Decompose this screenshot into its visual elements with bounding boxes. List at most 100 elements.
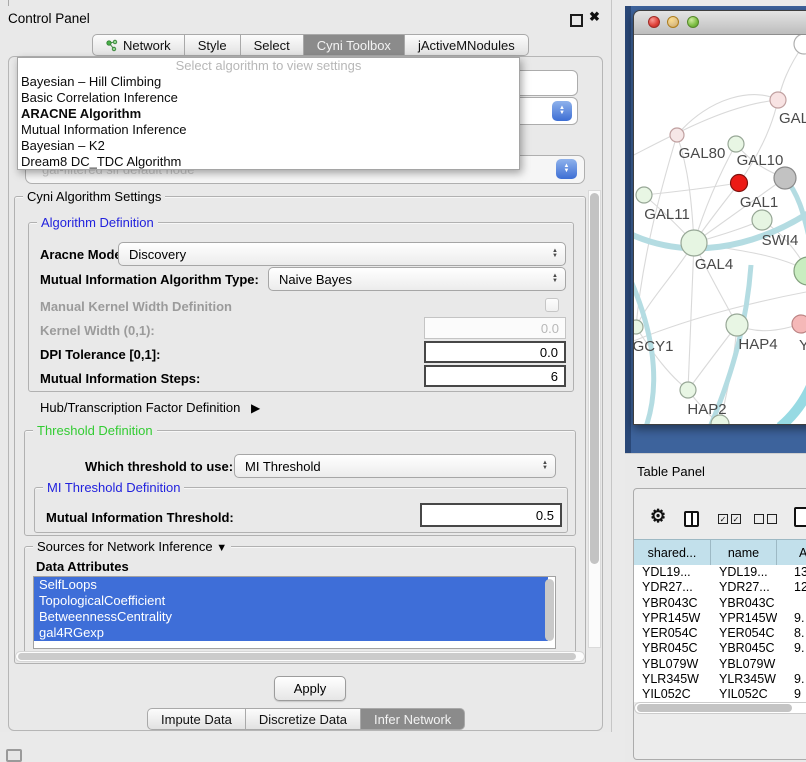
label-swi4: SWI4 bbox=[762, 232, 799, 249]
aracne-mode-label: Aracne Mode: bbox=[40, 247, 126, 262]
algorithm-option-bayesian-k2[interactable]: Bayesian – K2 bbox=[18, 138, 519, 154]
node-pink-right[interactable] bbox=[792, 315, 806, 333]
tab-select[interactable]: Select bbox=[241, 34, 304, 56]
node-pink-top[interactable] bbox=[770, 92, 786, 108]
mi-threshold-label: Mutual Information Threshold: bbox=[46, 510, 234, 525]
label-gal80: GAL80 bbox=[679, 145, 726, 162]
aracne-mode-combo[interactable]: Discovery ▲▼ bbox=[118, 242, 566, 266]
node-gray[interactable] bbox=[774, 167, 796, 189]
gear-icon[interactable]: ⚙ bbox=[650, 507, 666, 525]
node-gcy1[interactable] bbox=[634, 320, 643, 334]
combo-arrow-capsule[interactable]: ▲▼ bbox=[552, 101, 572, 121]
label-gcy1: GCY1 bbox=[634, 338, 673, 355]
hub-expander-label: Hub/Transcription Factor Definition bbox=[40, 400, 240, 415]
select-all-checks-icon[interactable]: ✓ ✓ bbox=[718, 514, 741, 524]
node-hap2[interactable] bbox=[680, 382, 696, 398]
label-gal10: GAL10 bbox=[737, 152, 784, 169]
deselect-all-checks-icon[interactable] bbox=[754, 514, 777, 524]
column-header-shared-name[interactable]: shared... bbox=[634, 540, 711, 565]
table-hscrollbar[interactable] bbox=[634, 702, 806, 714]
label-hap2: HAP2 bbox=[687, 401, 726, 418]
control-panel: Control Panel ✖ Network Style Select bbox=[0, 0, 612, 732]
network-window-titlebar[interactable] bbox=[634, 11, 806, 35]
columns-icon[interactable] bbox=[684, 511, 699, 527]
network-tab-icon bbox=[106, 39, 118, 52]
table-row[interactable]: YER054C YER054C 8. bbox=[634, 626, 806, 641]
list-item-topologicalcoefficient[interactable]: TopologicalCoefficient bbox=[34, 593, 548, 609]
dpi-tolerance-field[interactable]: 0.0 bbox=[424, 341, 566, 363]
table-panel-body: ⚙ ✓ ✓ shared... name A bbox=[633, 488, 806, 760]
screen: Control Panel ✖ Network Style Select bbox=[0, 0, 806, 762]
manual-kernel-checkbox[interactable] bbox=[545, 298, 559, 312]
table-row[interactable]: YBR043C YBR043C bbox=[634, 596, 806, 611]
dpi-tolerance-label: DPI Tolerance [0,1]: bbox=[40, 347, 160, 362]
node-gal11[interactable] bbox=[636, 187, 652, 203]
column-header-partial[interactable]: A bbox=[777, 540, 806, 565]
apply-button[interactable]: Apply bbox=[274, 676, 346, 701]
which-threshold-combo[interactable]: MI Threshold ▲▼ bbox=[234, 454, 556, 478]
close-traffic-light[interactable] bbox=[648, 16, 660, 28]
node-gal4[interactable] bbox=[681, 230, 707, 256]
node-big-green[interactable] bbox=[794, 257, 806, 285]
dock-panel-icon[interactable] bbox=[6, 749, 22, 762]
tab-discretize-data[interactable]: Discretize Data bbox=[246, 708, 361, 730]
settings-vscrollbar[interactable] bbox=[588, 190, 601, 648]
table-row[interactable]: YBR045C YBR045C 9. bbox=[634, 641, 806, 656]
table-hscrollbar-thumb[interactable] bbox=[637, 704, 792, 712]
mi-threshold-field[interactable]: 0.5 bbox=[420, 503, 562, 527]
desktop-edge-shadow bbox=[625, 6, 631, 453]
minimize-traffic-light[interactable] bbox=[667, 16, 679, 28]
label-hap4: HAP4 bbox=[738, 336, 777, 353]
hub-expander[interactable]: Hub/Transcription Factor Definition ▶ bbox=[40, 400, 260, 415]
list-item-selfloops[interactable]: SelfLoops bbox=[34, 577, 548, 593]
tab-jactivemnodules[interactable]: jActiveMNodules bbox=[405, 34, 529, 56]
mi-steps-field[interactable]: 6 bbox=[424, 365, 566, 387]
tab-impute-data[interactable]: Impute Data bbox=[147, 708, 246, 730]
node-gal80[interactable] bbox=[670, 128, 684, 142]
table-panel-region: Table Panel ⚙ ✓ ✓ shared. bbox=[625, 453, 806, 762]
kernel-width-field[interactable]: 0.0 bbox=[424, 317, 566, 339]
algorithm-option-basic-correlation[interactable]: Basic Correlation Inference bbox=[18, 90, 519, 106]
mi-type-value: Naive Bayes bbox=[279, 272, 352, 287]
mi-type-combo[interactable]: Naive Bayes ▲▼ bbox=[268, 267, 566, 291]
algorithm-option-mutual-information[interactable]: Mutual Information Inference bbox=[18, 122, 519, 138]
settings-hscrollbar-thumb[interactable] bbox=[18, 653, 576, 660]
list-item-betweennesscentrality[interactable]: BetweennessCentrality bbox=[34, 609, 548, 625]
node-gal10[interactable] bbox=[728, 136, 744, 152]
algorithm-option-dream8[interactable]: Dream8 DC_TDC Algorithm bbox=[18, 154, 519, 170]
list-item-gal4rgexp[interactable]: gal4RGexp bbox=[34, 625, 548, 641]
close-icon[interactable]: ✖ bbox=[589, 9, 600, 25]
table-row[interactable]: YPR145W YPR145W 9. bbox=[634, 611, 806, 626]
algorithm-option-bayesian-hill[interactable]: Bayesian – Hill Climbing bbox=[18, 74, 519, 90]
table-row[interactable]: YDL19... YDL19... 13 bbox=[634, 565, 806, 580]
network-view[interactable]: GAL GAL80 GAL10 GAL1 GAL11 SWI4 GAL4 GCY… bbox=[634, 35, 806, 425]
table-row[interactable]: YIL052C YIL052C 9 bbox=[634, 687, 806, 702]
settings-hscrollbar[interactable] bbox=[15, 651, 585, 662]
zoom-traffic-light[interactable] bbox=[687, 16, 699, 28]
settings-vscrollbar-thumb[interactable] bbox=[590, 193, 599, 564]
tab-cyni-toolbox[interactable]: Cyni Toolbox bbox=[304, 34, 405, 56]
algorithm-definition-title: Algorithm Definition bbox=[37, 215, 158, 230]
tab-network[interactable]: Network bbox=[92, 34, 185, 56]
tab-style[interactable]: Style bbox=[185, 34, 241, 56]
network-combo-arrow-capsule[interactable]: ▲▼ bbox=[556, 159, 577, 179]
tab-infer-network[interactable]: Infer Network bbox=[361, 708, 465, 730]
desktop-area: GAL GAL80 GAL10 GAL1 GAL11 SWI4 GAL4 GCY… bbox=[625, 6, 806, 453]
node-hap4[interactable] bbox=[726, 314, 748, 336]
node-gal1[interactable] bbox=[752, 210, 772, 230]
network-window: GAL GAL80 GAL10 GAL1 GAL11 SWI4 GAL4 GCY… bbox=[633, 10, 806, 425]
float-window-icon[interactable] bbox=[570, 14, 583, 27]
combo-arrows-icon: ▲▼ bbox=[542, 461, 548, 471]
column-header-name[interactable]: name bbox=[711, 540, 777, 565]
sources-group-title[interactable]: Sources for Network Inference ▼ bbox=[33, 539, 231, 556]
node-red-selected[interactable] bbox=[731, 175, 748, 192]
algorithm-option-aracne[interactable]: ARACNE Algorithm bbox=[18, 106, 519, 122]
table-row[interactable]: YDR27... YDR27... 12 bbox=[634, 580, 806, 595]
panel-title: Control Panel bbox=[8, 11, 90, 26]
label-y-partial: Y bbox=[799, 337, 806, 354]
table-row[interactable]: YBL079W YBL079W bbox=[634, 657, 806, 672]
new-table-icon[interactable] bbox=[794, 507, 806, 527]
node-partial-top[interactable] bbox=[794, 35, 806, 54]
table-row[interactable]: YLR345W YLR345W 9. bbox=[634, 672, 806, 687]
list-scrollbar[interactable] bbox=[545, 579, 554, 641]
